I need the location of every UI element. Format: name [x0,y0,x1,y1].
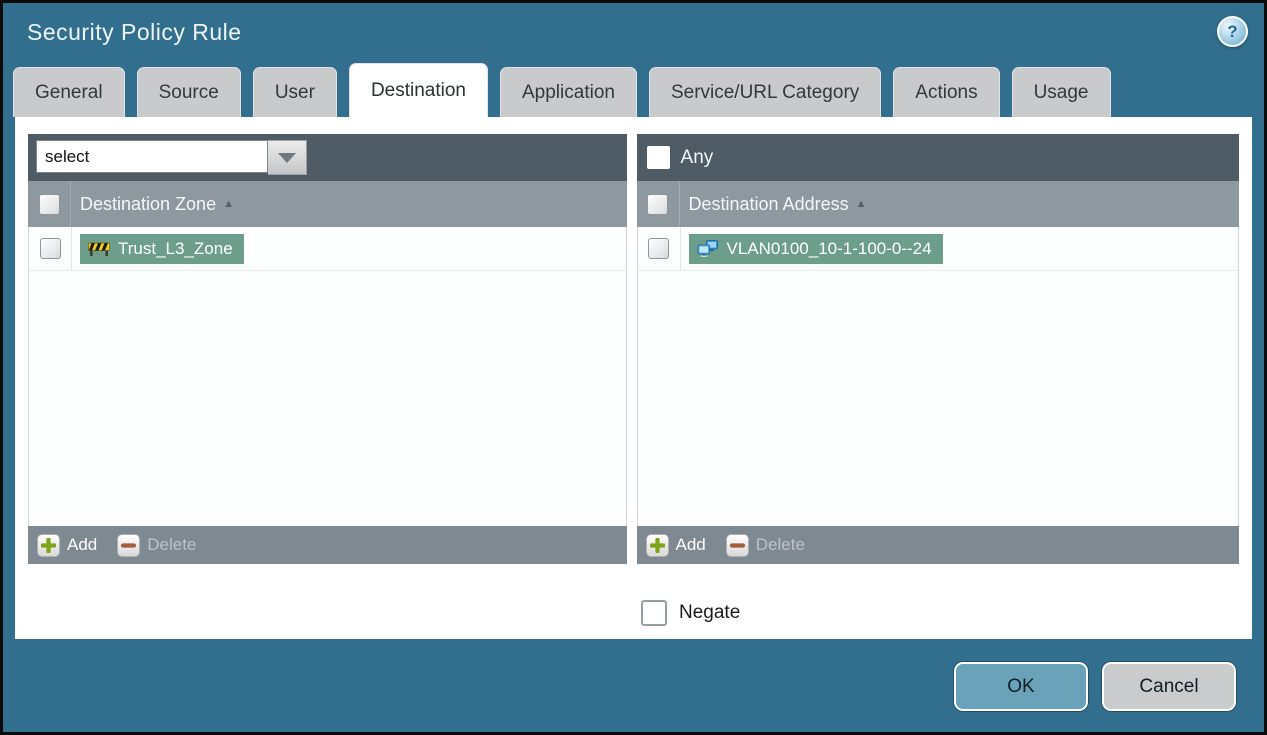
tab-source[interactable]: Source [136,67,241,117]
zone-filter-bar [28,134,627,181]
dialog-title: Security Policy Rule [27,18,242,45]
address-delete-button[interactable]: Delete [725,533,805,557]
any-toggle[interactable]: Any [637,146,714,169]
address-add-button[interactable]: Add [645,533,706,557]
titlebar: Security Policy Rule ? [3,3,1264,61]
address-column-header: Destination Address ▲ [636,181,1239,227]
address-delete-label: Delete [755,535,805,554]
table-row: Trust_L3_Zone [29,227,626,271]
add-icon [37,533,60,557]
zone-select-all-checkbox[interactable] [38,193,60,215]
chevron-down-icon [278,152,296,163]
tab-bar: General Source User Destination Applicat… [3,61,1264,117]
tab-service-url-category[interactable]: Service/URL Category [648,67,882,117]
address-row-checkbox[interactable] [648,238,670,259]
zone-list: Trust_L3_Zone [28,227,627,526]
delete-icon [117,533,141,557]
address-add-label: Add [675,535,706,554]
tab-destination[interactable]: Destination [348,63,488,117]
any-checkbox[interactable] [646,146,670,169]
destination-address-panel: Any Destination Address ▲ VLAN0100_10-1-… [636,134,1239,564]
address-column-title[interactable]: Destination Address [689,194,849,215]
cancel-button[interactable]: Cancel [1102,662,1236,711]
tab-actions[interactable]: Actions [893,67,1000,117]
sort-ascending-icon: ▲ [223,198,234,210]
zone-column-title[interactable]: Destination Zone [80,194,216,215]
negate-label: Negate [679,602,741,623]
security-policy-rule-dialog: Security Policy Rule ? General Source Us… [0,0,1267,735]
dialog-buttons: OK Cancel [954,662,1236,711]
any-label: Any [680,146,714,168]
address-entry-label: VLAN0100_10-1-100-0--24 [726,238,932,258]
address-entry[interactable]: VLAN0100_10-1-100-0--24 [688,233,943,264]
ok-button[interactable]: OK [954,662,1088,711]
table-row: VLAN0100_10-1-100-0--24 [637,227,1238,271]
address-icon [697,240,718,257]
help-icon[interactable]: ? [1217,16,1248,47]
zone-select-dropdown-button[interactable] [268,140,307,175]
destination-zone-panel: Destination Zone ▲ [28,134,627,564]
tab-application[interactable]: Application [500,67,637,117]
negate-checkbox[interactable] [641,600,667,626]
zone-entry[interactable]: Trust_L3_Zone [80,233,244,264]
zone-select-combo [36,140,307,175]
zone-add-label: Add [67,535,98,554]
negate-row: Negate [641,600,740,626]
address-panel-footer: Add Delete [636,526,1239,564]
zone-icon [88,242,110,256]
zone-delete-label: Delete [147,535,197,554]
zone-delete-button[interactable]: Delete [117,533,197,557]
add-icon [645,533,669,557]
zone-add-button[interactable]: Add [37,533,98,557]
tab-general[interactable]: General [13,67,125,117]
address-list: VLAN0100_10-1-100-0--24 [636,227,1239,526]
sort-ascending-icon: ▲ [855,198,867,210]
zone-column-header: Destination Zone ▲ [28,181,627,227]
tab-usage[interactable]: Usage [1011,67,1111,117]
delete-icon [725,533,749,557]
zone-entry-label: Trust_L3_Zone [118,238,233,258]
zone-select-input[interactable] [36,140,268,173]
zone-panel-footer: Add Delete [28,526,627,564]
tab-content-destination: Destination Zone ▲ [15,117,1252,639]
address-select-all-checkbox[interactable] [647,193,669,215]
zone-row-checkbox[interactable] [39,238,61,259]
tab-user[interactable]: User [252,67,337,117]
address-any-bar: Any [636,134,1239,181]
